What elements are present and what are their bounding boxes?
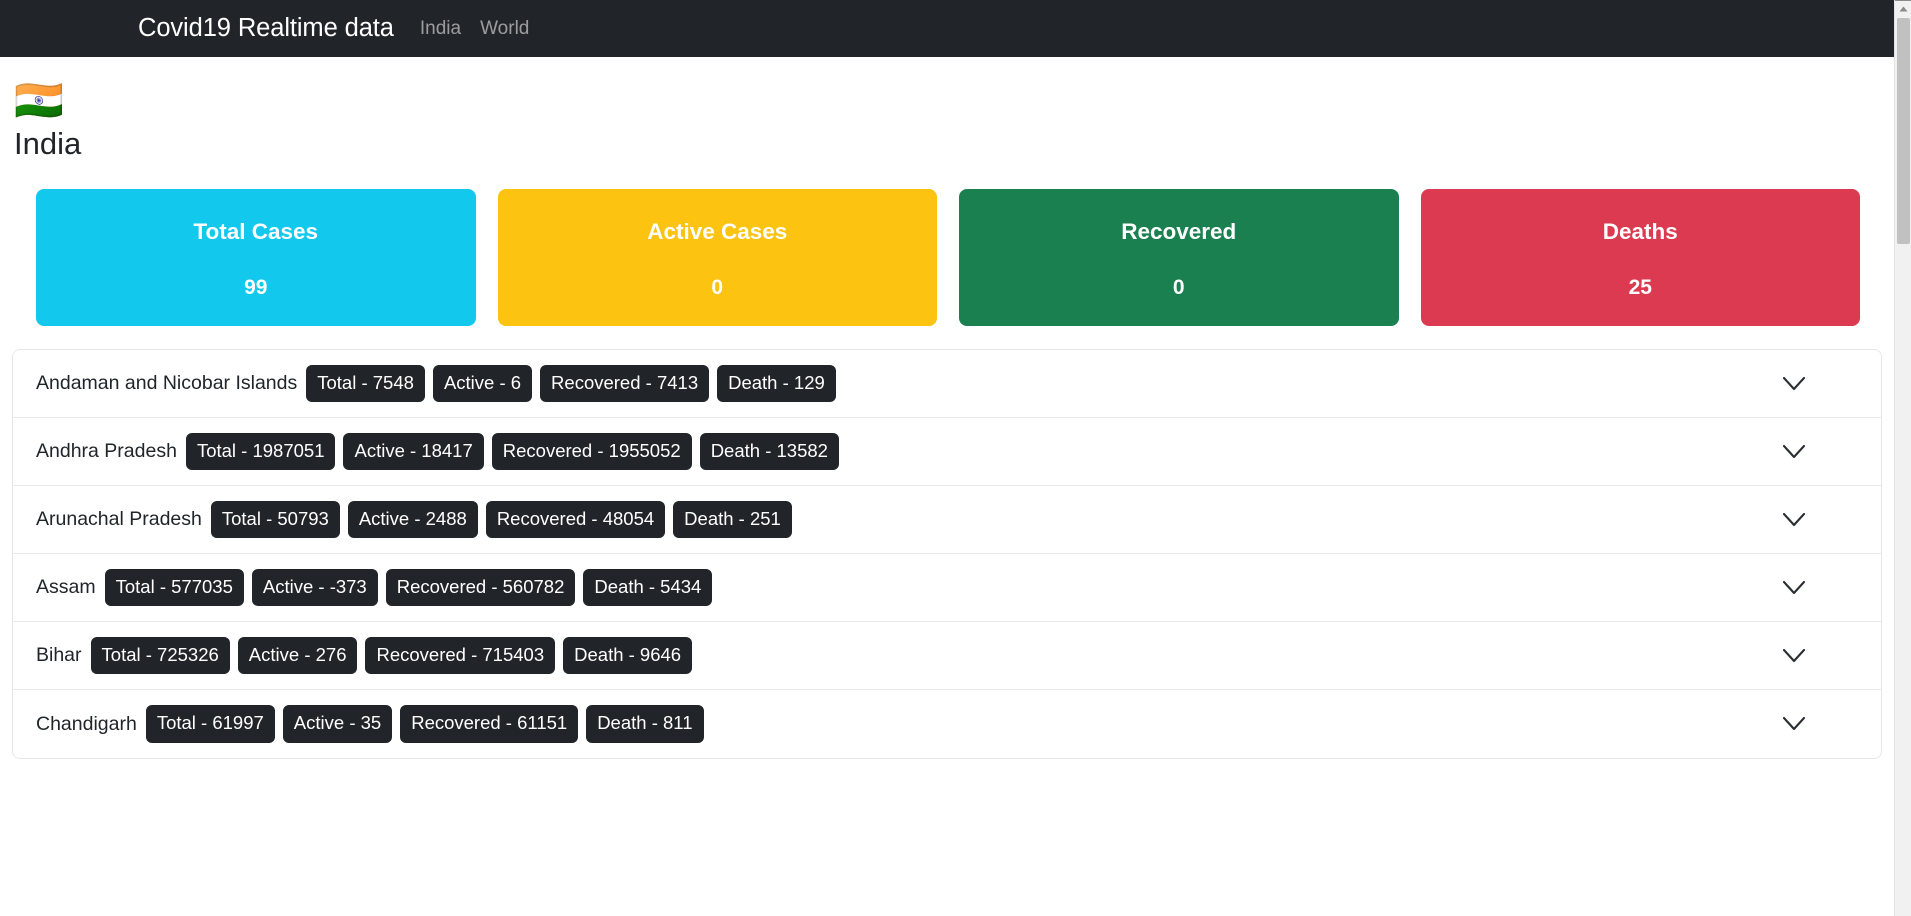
nav-link-world[interactable]: World — [480, 19, 529, 38]
summary-cards-row: Total Cases 99 Active Cases 0 Recovered … — [0, 161, 1894, 327]
badge-active: Active - 2488 — [347, 500, 478, 539]
table-row[interactable]: Andaman and Nicobar Islands Total - 7548… — [13, 350, 1881, 419]
badge-total: Total - 577035 — [104, 568, 244, 607]
country-name: India — [14, 126, 82, 161]
state-name: Andhra Pradesh — [36, 440, 177, 463]
state-row-content: Arunachal Pradesh Total - 50793 Active -… — [36, 500, 792, 539]
badge-total: Total - 61997 — [145, 705, 275, 743]
state-row-content: Bihar Total - 725326 Active - 276 Recove… — [36, 636, 693, 675]
badge-total: Total - 7548 — [306, 364, 425, 403]
card-total-cases-value: 99 — [244, 276, 268, 300]
card-deaths: Deaths 25 — [1420, 189, 1860, 327]
table-row[interactable]: Chandigarh Total - 61997 Active - 35 Rec… — [13, 690, 1881, 759]
card-recovered: Recovered 0 — [959, 189, 1399, 327]
chevron-down-icon[interactable] — [1781, 711, 1807, 737]
state-row-content: Assam Total - 577035 Active - -373 Recov… — [36, 568, 713, 607]
badge-active: Active - -373 — [251, 568, 378, 607]
card-total-cases-title: Total Cases — [193, 219, 319, 245]
chevron-down-icon[interactable] — [1781, 575, 1807, 601]
card-active-cases: Active Cases 0 — [497, 189, 937, 327]
state-name: Chandigarh — [36, 712, 137, 735]
chevron-down-icon[interactable] — [1781, 507, 1807, 533]
navbar-links: India World — [416, 19, 529, 38]
chevron-down-icon[interactable] — [1781, 439, 1807, 465]
table-row[interactable]: Assam Total - 577035 Active - -373 Recov… — [13, 554, 1881, 623]
page-viewport: Covid19 Realtime data India World 🇮🇳 Ind… — [0, 0, 1894, 916]
state-name: Arunachal Pradesh — [36, 508, 202, 531]
state-row-content: Chandigarh Total - 61997 Active - 35 Rec… — [36, 705, 704, 743]
top-navbar: Covid19 Realtime data India World — [0, 0, 1894, 57]
badge-death: Death - 811 — [586, 705, 704, 743]
chevron-down-icon[interactable] — [1781, 371, 1807, 397]
state-row-content: Andhra Pradesh Total - 1987051 Active - … — [36, 432, 839, 471]
table-row[interactable]: Arunachal Pradesh Total - 50793 Active -… — [13, 486, 1881, 555]
browser-scrollbar[interactable] — [1894, 0, 1911, 916]
state-row-content: Andaman and Nicobar Islands Total - 7548… — [36, 364, 836, 403]
badge-recovered: Recovered - 1955052 — [491, 432, 692, 471]
nav-link-india[interactable]: India — [420, 19, 461, 38]
badge-active: Active - 35 — [282, 705, 393, 743]
badge-recovered: Recovered - 48054 — [485, 500, 666, 539]
badge-death: Death - 5434 — [583, 568, 713, 607]
table-row[interactable]: Bihar Total - 725326 Active - 276 Recove… — [13, 622, 1881, 691]
badge-total: Total - 1987051 — [185, 432, 336, 471]
scrollbar-thumb[interactable] — [1897, 18, 1910, 244]
card-deaths-title: Deaths — [1602, 219, 1678, 245]
state-list: Andaman and Nicobar Islands Total - 7548… — [12, 349, 1882, 760]
table-row[interactable]: Andhra Pradesh Total - 1987051 Active - … — [13, 418, 1881, 487]
card-total-cases: Total Cases 99 — [36, 189, 476, 327]
country-heading: 🇮🇳 India — [0, 57, 1894, 161]
card-active-cases-title: Active Cases — [647, 219, 788, 245]
badge-death: Death - 9646 — [563, 636, 693, 675]
badge-active: Active - 18417 — [343, 432, 484, 471]
india-flag-icon: 🇮🇳 — [14, 79, 64, 123]
chevron-down-icon[interactable] — [1781, 643, 1807, 669]
scrollbar-top-edge — [1895, 0, 1911, 1]
badge-recovered: Recovered - 61151 — [400, 705, 579, 743]
badge-recovered: Recovered - 560782 — [385, 568, 576, 607]
state-name: Assam — [36, 576, 96, 599]
scroll-up-arrow-icon[interactable] — [1895, 0, 1911, 17]
card-deaths-value: 25 — [1628, 276, 1652, 300]
badge-death: Death - 13582 — [699, 432, 839, 471]
state-name: Bihar — [36, 644, 82, 667]
badge-death: Death - 129 — [717, 364, 836, 403]
badge-total: Total - 725326 — [90, 636, 230, 675]
badge-total: Total - 50793 — [210, 500, 340, 539]
badge-recovered: Recovered - 7413 — [540, 364, 710, 403]
badge-active: Active - 276 — [237, 636, 358, 675]
card-recovered-value: 0 — [1172, 276, 1185, 300]
app-brand-title: Covid19 Realtime data — [138, 13, 394, 42]
card-active-cases-value: 0 — [711, 276, 724, 300]
badge-recovered: Recovered - 715403 — [365, 636, 556, 675]
badge-active: Active - 6 — [432, 364, 533, 403]
card-recovered-title: Recovered — [1121, 219, 1237, 245]
badge-death: Death - 251 — [673, 500, 792, 539]
state-name: Andaman and Nicobar Islands — [36, 372, 298, 395]
